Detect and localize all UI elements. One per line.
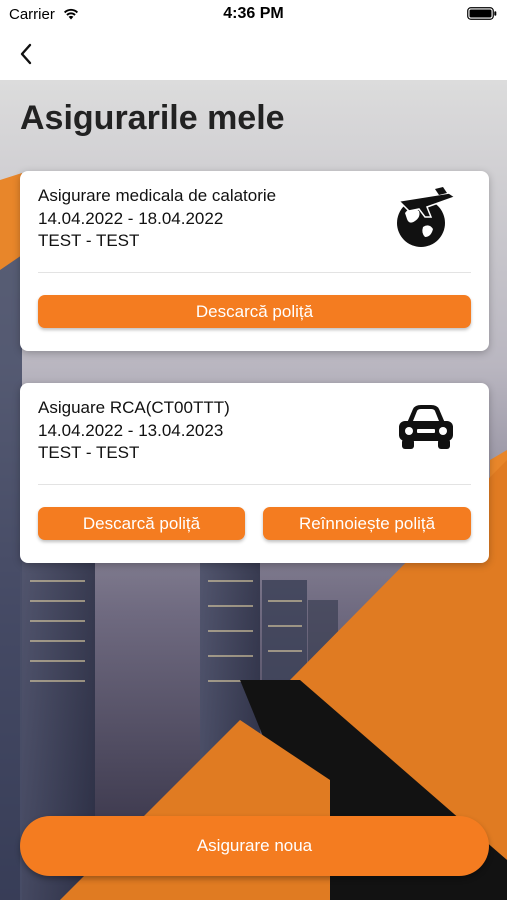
status-time: 4:36 PM <box>223 5 284 22</box>
chevron-left-icon <box>20 43 32 65</box>
travel-globe-plane-icon <box>397 187 457 247</box>
policy-title: Asiguare RCA(CT00TTT) <box>38 398 230 417</box>
navigation-bar <box>0 30 507 80</box>
policy-card-travel: Asigurare medicala de calatorie 14.04.20… <box>20 171 489 351</box>
back-button[interactable] <box>12 40 40 68</box>
policy-dates: 14.04.2022 - 18.04.2022 <box>38 209 224 228</box>
card-divider <box>38 272 471 273</box>
download-policy-button[interactable]: Descarcă poliță <box>38 507 245 540</box>
policy-holder: TEST - TEST <box>38 443 140 462</box>
car-icon <box>399 405 453 449</box>
page-title: Asigurarile mele <box>20 99 285 137</box>
status-bar: Carrier 4:36 PM <box>0 0 507 30</box>
policy-card-rca: Asiguare RCA(CT00TTT) 14.04.2022 - 13.04… <box>20 383 489 563</box>
card-divider <box>38 484 471 485</box>
renew-policy-button[interactable]: Reînnoiește poliță <box>263 507 471 540</box>
policy-dates: 14.04.2022 - 13.04.2023 <box>38 421 224 440</box>
policy-title: Asigurare medicala de calatorie <box>38 186 277 205</box>
new-insurance-button[interactable]: Asigurare noua <box>20 816 489 876</box>
battery-icon <box>467 7 497 20</box>
policy-holder: TEST - TEST <box>38 231 140 250</box>
download-policy-button[interactable]: Descarcă poliță <box>38 295 471 328</box>
